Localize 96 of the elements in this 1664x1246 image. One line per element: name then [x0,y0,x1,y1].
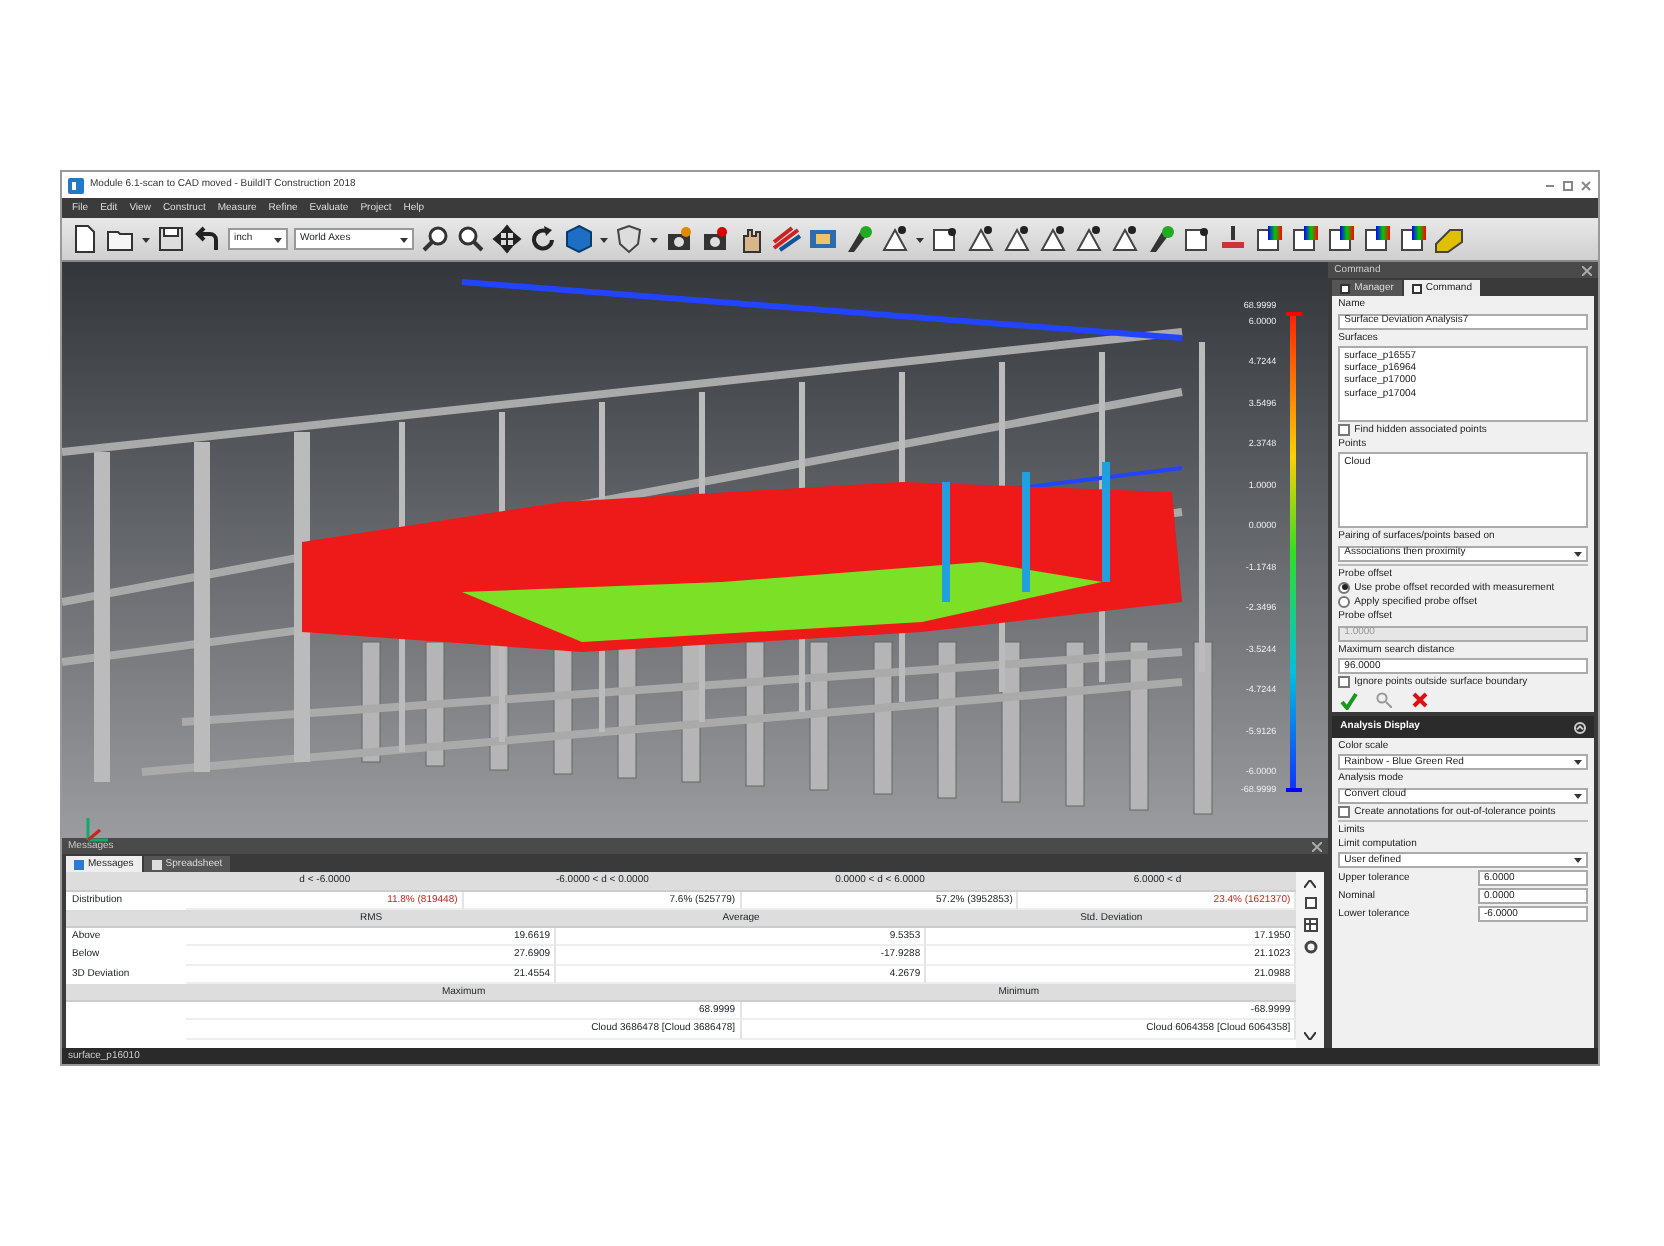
cone-icon [1038,224,1068,254]
cone-icon [1110,224,1140,254]
toolbar-button[interactable] [1254,224,1284,254]
toolbar-button[interactable] [930,224,960,254]
save-icon [156,224,186,254]
scroll-down-icon[interactable] [1304,1032,1317,1040]
checkbox[interactable] [1338,423,1351,436]
toolbar-button[interactable] [966,224,996,254]
gear-icon[interactable] [1303,940,1318,955]
toolbar-button[interactable] [772,224,802,254]
toolbar-button[interactable] [156,224,186,254]
toolbar-button[interactable] [700,224,730,254]
toolbar-button[interactable] [1362,224,1392,254]
point-group-icon [930,224,960,254]
close-icon[interactable] [1580,179,1592,191]
camera-icon [664,224,694,254]
camera-icon [700,224,730,254]
toolbar-button[interactable] [192,224,222,254]
color-map-icon [1362,224,1392,254]
toolbar-button[interactable] [1074,224,1104,254]
toolbar-button[interactable] [664,224,694,254]
toolbar-button[interactable] [420,224,450,254]
ok-button[interactable] [1338,690,1359,710]
checkbox[interactable] [1338,805,1351,818]
caret-icon [916,235,924,243]
close-icon[interactable] [1582,265,1592,275]
table-icon[interactable] [1303,918,1318,933]
zoom-fit-icon [420,224,450,254]
app-icon [68,177,84,193]
caret-icon [650,235,658,243]
check-icon [1339,691,1358,709]
color-map-icon [1398,224,1428,254]
toolbar-button[interactable] [456,224,486,254]
radio-button[interactable] [1338,581,1351,594]
toolbar-button[interactable] [1002,224,1032,254]
close-icon [1412,692,1429,708]
toolbar-button[interactable] [564,224,594,254]
point-group-icon [1182,224,1212,254]
cone-icon [966,224,996,254]
cube-icon [564,224,594,254]
toolbar-button[interactable] [528,224,558,254]
collapse-icon[interactable] [1574,721,1586,733]
cone-icon [1074,224,1104,254]
caret-icon [1574,758,1582,767]
caret-icon [600,235,608,243]
toolbar-button[interactable] [614,224,644,254]
tag-icon [1434,224,1464,254]
toolbar-button[interactable] [1326,224,1356,254]
color-map-icon [1326,224,1356,254]
toolbar-button[interactable] [1110,224,1140,254]
caret-icon [1574,549,1582,557]
caret-icon [274,235,282,243]
axis-triad-icon [82,812,110,844]
probe-icon [1146,224,1176,254]
zoom-icon [456,224,486,254]
close-icon[interactable] [1312,841,1323,851]
toolbar-button[interactable] [1290,224,1320,254]
toolbar-button[interactable] [1146,224,1176,254]
message-icon [74,859,84,870]
probe-icon [844,224,874,254]
checkbox[interactable] [1338,675,1351,688]
caret-icon [142,235,150,243]
command-icon [1411,283,1422,294]
new-document-icon [70,224,100,254]
pan-icon [492,224,522,254]
minimize-icon[interactable] [1544,179,1556,191]
plane-icon [1218,224,1248,254]
radio-button[interactable] [1338,596,1351,609]
cone-icon [880,224,910,254]
maximize-icon[interactable] [1562,179,1574,191]
color-map-icon [1290,224,1320,254]
toolbar-button[interactable] [492,224,522,254]
toolbar-button[interactable] [1038,224,1068,254]
toolbar-button[interactable] [1434,224,1464,254]
color-map-icon [1254,224,1284,254]
toolbar-button[interactable] [1218,224,1248,254]
book-icon [808,224,838,254]
toolbar-button[interactable] [70,224,100,254]
measure-line-icon [772,224,802,254]
toolbar-button[interactable] [880,224,910,254]
search-icon [1376,692,1393,708]
spreadsheet-icon [151,859,162,870]
rotate-icon [528,224,558,254]
manager-icon [1340,283,1351,294]
undo-icon [192,224,222,254]
cancel-button[interactable] [1410,690,1431,710]
caret-icon [1574,791,1582,799]
toolbar-button[interactable] [1398,224,1428,254]
copy-icon[interactable] [1303,896,1318,911]
scroll-up-icon[interactable] [1304,880,1317,889]
toolbar-button[interactable] [1182,224,1212,254]
toolbar-button[interactable] [844,224,874,254]
cone-icon [1002,224,1032,254]
caret-icon [400,235,408,243]
shield-icon [614,224,644,254]
caret-icon [1574,856,1582,865]
